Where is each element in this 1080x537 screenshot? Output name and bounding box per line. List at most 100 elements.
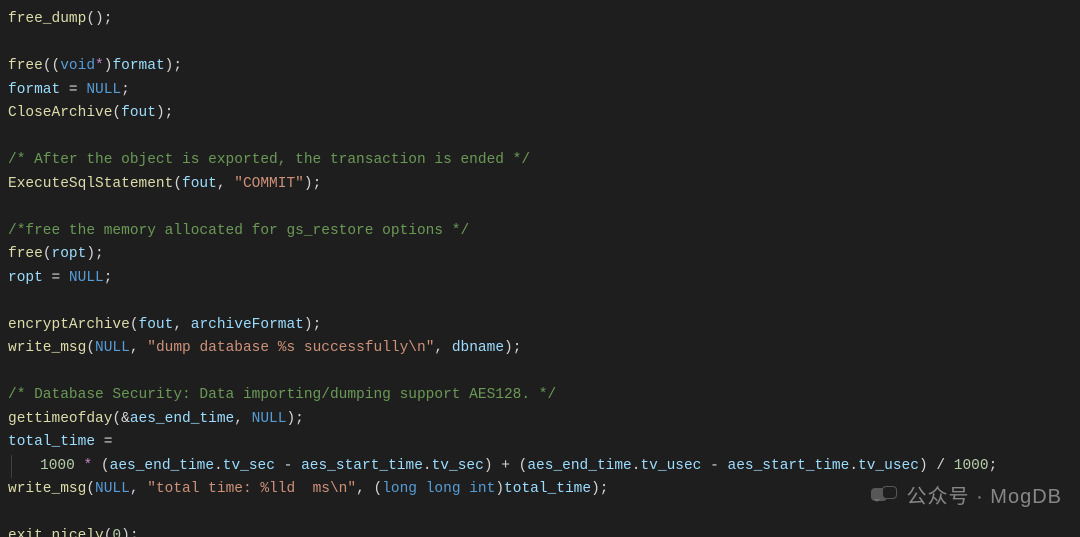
code-token-pun: ,: [173, 317, 190, 333]
code-token-pun: -: [701, 458, 727, 474]
code-line[interactable]: total_time =: [8, 431, 1072, 455]
code-token-pun: .: [849, 458, 858, 474]
code-line[interactable]: /* After the object is exported, the tra…: [8, 149, 1072, 173]
code-token-pun: (: [43, 246, 52, 262]
code-token-fn: gettimeofday: [8, 411, 112, 427]
code-token-pun: ): [495, 481, 504, 497]
code-comment: /* Database Security: Data importing/dum…: [8, 387, 556, 403]
code-token-pun: ,: [434, 340, 451, 356]
code-token-str: "COMMIT": [234, 176, 304, 192]
code-token-var: aes_end_time: [110, 458, 214, 474]
code-line[interactable]: [8, 361, 1072, 385]
code-line[interactable]: write_msg(NULL, "total time: %lld ms\n",…: [8, 478, 1072, 502]
code-line[interactable]: 1000 * (aes_end_time.tv_sec - aes_start_…: [8, 455, 1072, 479]
code-token-var: ropt: [52, 246, 87, 262]
code-token-fn: CloseArchive: [8, 105, 112, 121]
code-line[interactable]: [8, 290, 1072, 314]
code-token-pun: .: [423, 458, 432, 474]
code-token-kw: NULL: [69, 270, 104, 286]
code-token-pun: );: [304, 317, 321, 333]
code-token-pun: [461, 481, 470, 497]
code-token-var: aes_start_time: [301, 458, 423, 474]
code-token-pun: ;: [989, 458, 998, 474]
code-line[interactable]: free_dump();: [8, 8, 1072, 32]
code-line[interactable]: encryptArchive(fout, archiveFormat);: [8, 314, 1072, 338]
code-token-kw: int: [469, 481, 495, 497]
code-token-var: aes_start_time: [728, 458, 850, 474]
code-token-pun: (: [173, 176, 182, 192]
code-token-pun: =: [43, 270, 69, 286]
code-token-str: "total time: %lld ms\n": [147, 481, 356, 497]
code-token-pun: ,: [234, 411, 251, 427]
code-line[interactable]: ropt = NULL;: [8, 267, 1072, 291]
code-token-var: format: [8, 82, 60, 98]
code-token-pun: );: [165, 58, 182, 74]
code-token-var: dbname: [452, 340, 504, 356]
code-line[interactable]: /*free the memory allocated for gs_resto…: [8, 220, 1072, 244]
code-token-pun: ((: [43, 58, 60, 74]
code-token-fn: free: [8, 58, 43, 74]
code-token-kw: NULL: [252, 411, 287, 427]
code-token-pun: =: [95, 434, 112, 450]
code-token-var: tv_sec: [223, 458, 275, 474]
code-token-fn: ExecuteSqlStatement: [8, 176, 173, 192]
code-line[interactable]: format = NULL;: [8, 79, 1072, 103]
code-line[interactable]: ExecuteSqlStatement(fout, "COMMIT");: [8, 173, 1072, 197]
code-token-str: "dump database %s successfully\n": [147, 340, 434, 356]
code-token-pun: ,: [130, 481, 147, 497]
code-token-pun: (: [130, 317, 139, 333]
code-token-var: fout: [182, 176, 217, 192]
code-token-num: 1000: [40, 458, 75, 474]
code-token-pun: );: [286, 411, 303, 427]
code-line[interactable]: CloseArchive(fout);: [8, 102, 1072, 126]
code-token-kw: NULL: [86, 82, 121, 98]
code-token-var: total_time: [8, 434, 95, 450]
code-comment: /* After the object is exported, the tra…: [8, 152, 530, 168]
code-token-kw: NULL: [95, 340, 130, 356]
code-token-pun: ,: [217, 176, 234, 192]
code-token-kw: NULL: [95, 481, 130, 497]
code-token-pun: (: [86, 481, 95, 497]
code-token-var: tv_sec: [432, 458, 484, 474]
code-token-var: format: [112, 58, 164, 74]
code-token-pun: ) + (: [484, 458, 528, 474]
code-line[interactable]: write_msg(NULL, "dump database %s succes…: [8, 337, 1072, 361]
code-token-var: tv_usec: [858, 458, 919, 474]
code-line[interactable]: [8, 196, 1072, 220]
code-token-pun: ) /: [919, 458, 954, 474]
code-token-pun: -: [275, 458, 301, 474]
code-token-num: 0: [112, 528, 121, 537]
code-line[interactable]: free(ropt);: [8, 243, 1072, 267]
code-token-pun: ;: [104, 270, 113, 286]
code-token-pun: (: [92, 458, 109, 474]
code-token-deref: *: [84, 458, 93, 474]
code-token-fn: free: [8, 246, 43, 262]
code-line[interactable]: [8, 126, 1072, 150]
code-token-pun: ();: [86, 11, 112, 27]
code-line[interactable]: free((void*)format);: [8, 55, 1072, 79]
code-line[interactable]: /* Database Security: Data importing/dum…: [8, 384, 1072, 408]
code-line[interactable]: [8, 32, 1072, 56]
code-comment: /*free the memory allocated for gs_resto…: [8, 223, 469, 239]
code-token-var: aes_end_time: [130, 411, 234, 427]
code-token-pun: .: [214, 458, 223, 474]
code-line[interactable]: gettimeofday(&aes_end_time, NULL);: [8, 408, 1072, 432]
code-token-kw: void: [60, 58, 95, 74]
code-token-pun: (: [112, 105, 121, 121]
code-token-pun: );: [304, 176, 321, 192]
code-token-pun: [75, 458, 84, 474]
code-token-pun: , (: [356, 481, 382, 497]
code-token-fn: exit_nicely: [8, 528, 104, 537]
code-token-pun: );: [121, 528, 138, 537]
code-token-pun: (: [86, 340, 95, 356]
code-token-fn: write_msg: [8, 481, 86, 497]
code-line[interactable]: exit_nicely(0);: [8, 525, 1072, 537]
code-token-num: 1000: [954, 458, 989, 474]
code-token-kw: long: [382, 481, 417, 497]
code-line[interactable]: [8, 502, 1072, 526]
code-token-pun: );: [591, 481, 608, 497]
code-token-var: tv_usec: [640, 458, 701, 474]
code-token-fn: encryptArchive: [8, 317, 130, 333]
code-token-pun: );: [504, 340, 521, 356]
code-editor[interactable]: free_dump(); free((void*)format);format …: [0, 0, 1080, 537]
